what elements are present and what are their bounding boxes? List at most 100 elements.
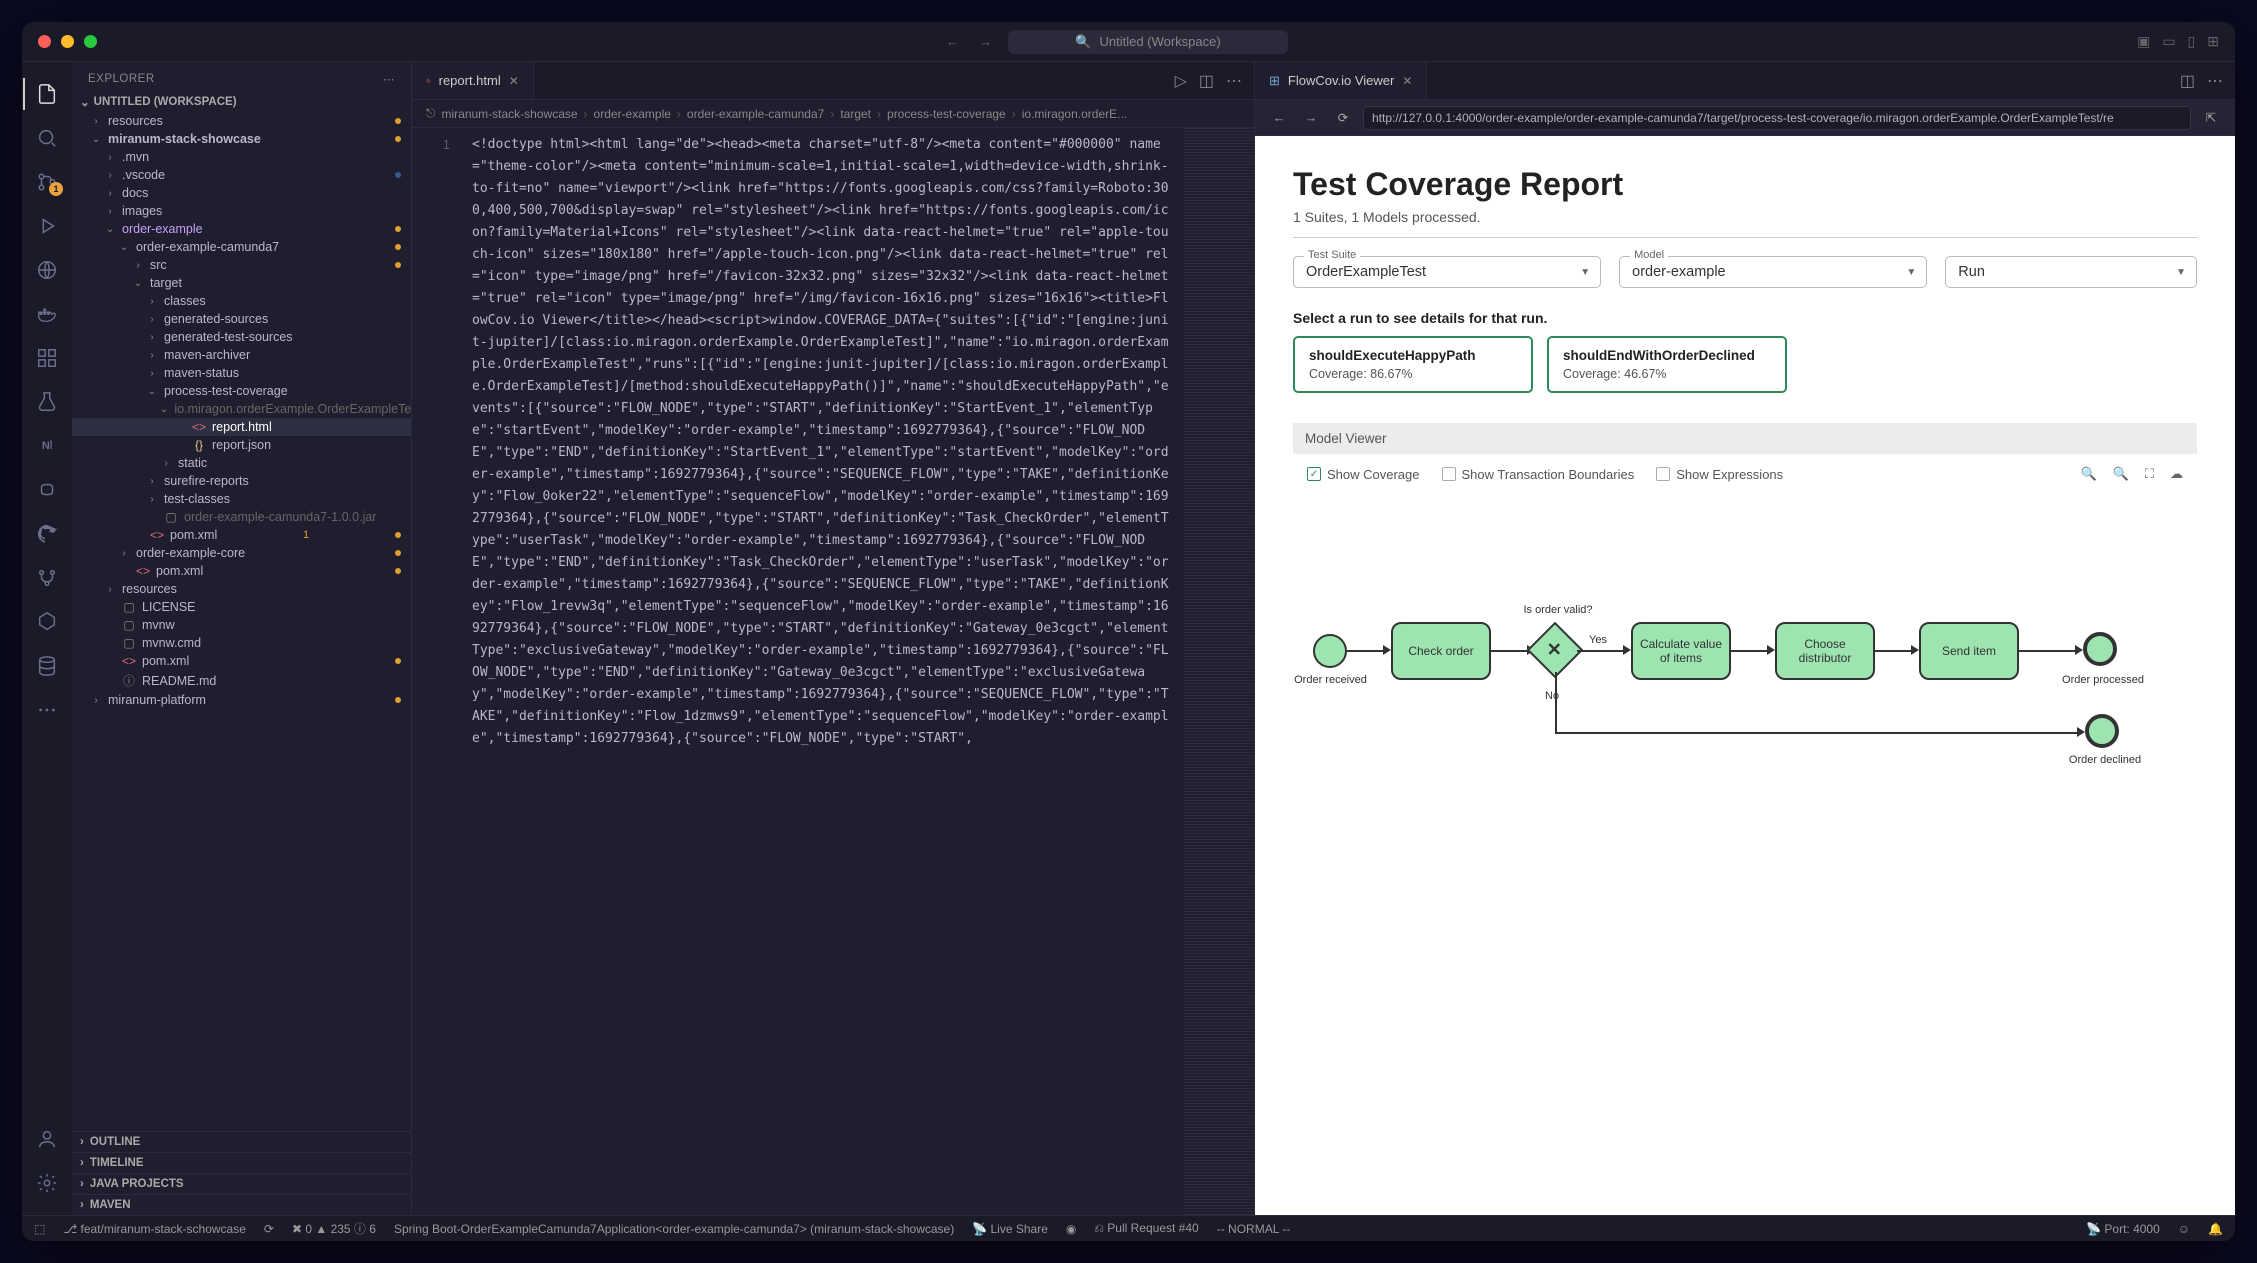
split-icon[interactable]: ◫ (1199, 71, 1214, 91)
tree-item[interactable]: {}report.json (72, 436, 411, 454)
split-icon[interactable]: ◫ (2180, 71, 2195, 91)
notifications-icon[interactable]: 🔔 (2208, 1222, 2223, 1236)
close-tab-icon[interactable]: ✕ (1402, 74, 1412, 88)
tree-item[interactable]: ›.mvn (72, 148, 411, 166)
remote-icon[interactable] (23, 250, 71, 290)
sync-icon[interactable]: ⟳ (264, 1222, 274, 1236)
zoom-out-icon[interactable]: 🔍 (2081, 466, 2097, 482)
tree-item[interactable]: ▢LICENSE (72, 598, 411, 616)
sidebar-section[interactable]: ›OUTLINE (72, 1131, 411, 1152)
tree-item[interactable]: ›test-classes (72, 490, 411, 508)
source-control-icon[interactable]: 1 (23, 162, 71, 202)
show-coverage-checkbox[interactable]: ✓Show Coverage (1307, 467, 1420, 482)
more-icon[interactable]: ⋯ (383, 72, 395, 86)
git-branch[interactable]: ⎇ feat/miranum-stack-schowcase (63, 1222, 246, 1236)
tree-item[interactable]: ›maven-archiver (72, 346, 411, 364)
tree-item[interactable]: ›generated-test-sources (72, 328, 411, 346)
feedback-icon[interactable]: ☺ (2178, 1222, 2190, 1236)
tree-item[interactable]: ⌄order-example-camunda7 (72, 238, 411, 256)
sidebar-section[interactable]: ›MAVEN (72, 1194, 411, 1215)
port-forward[interactable]: 📡 Port: 4000 (2086, 1222, 2160, 1236)
tree-item[interactable]: ›classes (72, 292, 411, 310)
tree-item[interactable]: ›docs (72, 184, 411, 202)
tree-item[interactable]: ⌄order-example (72, 220, 411, 238)
git-graph-icon[interactable] (23, 558, 71, 598)
tree-item[interactable]: ⌄process-test-coverage (72, 382, 411, 400)
tree-item[interactable]: <>report.html (72, 418, 411, 436)
run-card-declined[interactable]: shouldEndWithOrderDeclined Coverage: 46.… (1547, 336, 1787, 393)
more-icon[interactable]: ⋯ (2207, 71, 2223, 91)
fit-icon[interactable]: ⛶ (2145, 466, 2154, 482)
workspace-section[interactable]: ⌄ UNTITLED (WORKSPACE) (72, 92, 411, 112)
download-icon[interactable]: ☁ (2170, 466, 2183, 482)
run-card-happy-path[interactable]: shouldExecuteHappyPath Coverage: 86.67% (1293, 336, 1533, 393)
docker-icon[interactable] (23, 294, 71, 334)
layout-panel-left-icon[interactable]: ▣ (2137, 33, 2150, 50)
run-icon[interactable]: ▷ (1175, 71, 1187, 91)
account-icon[interactable] (23, 1119, 71, 1159)
tree-item[interactable]: ›miranum-platform (72, 691, 411, 709)
nx-icon[interactable]: N⦚ (23, 426, 71, 466)
tree-item[interactable]: ▢order-example-camunda7-1.0.0.jar (72, 508, 411, 526)
search-icon[interactable] (23, 118, 71, 158)
more-icon[interactable] (23, 690, 71, 730)
radio-icon[interactable]: ◉ (1066, 1222, 1076, 1236)
minimap[interactable] (1184, 128, 1254, 1215)
show-transaction-checkbox[interactable]: Show Transaction Boundaries (1442, 467, 1635, 482)
layout-panel-bottom-icon[interactable]: ▭ (2162, 33, 2175, 50)
url-bar[interactable]: http://127.0.0.1:4000/order-example/orde… (1363, 106, 2191, 130)
tree-item[interactable]: ›resources (72, 112, 411, 130)
bpmn-diagram[interactable]: Order received Check order ✕ Is order va… (1293, 514, 2197, 834)
tree-item[interactable]: ▢mvnw.cmd (72, 634, 411, 652)
settings-icon[interactable] (23, 1163, 71, 1203)
tree-item[interactable]: ›static (72, 454, 411, 472)
nav-forward-icon[interactable]: → (1299, 111, 1323, 125)
tree-item[interactable]: <>pom.xml (72, 562, 411, 580)
breadcrumb[interactable]: ⎋ miranum-stack-showcase› order-example›… (412, 100, 1254, 128)
layout-panel-right-icon[interactable]: ▯ (2188, 33, 2196, 50)
code-editor[interactable]: <!doctype html><html lang="de"><head><me… (460, 128, 1184, 1215)
problems[interactable]: ✖ 0 ▲ 235 ⓘ 6 (292, 1220, 376, 1237)
remote-indicator[interactable]: ⬚ (34, 1222, 45, 1236)
zoom-in-icon[interactable]: 🔍 (2113, 466, 2129, 482)
maximize-window-button[interactable] (84, 35, 97, 48)
run-select[interactable]: Run ▼ (1945, 256, 2197, 288)
show-expressions-checkbox[interactable]: Show Expressions (1656, 467, 1783, 482)
tab-report-html[interactable]: ◦ report.html ✕ (412, 62, 534, 99)
explorer-icon[interactable] (23, 74, 71, 114)
nav-back-icon[interactable]: ← (1267, 111, 1291, 125)
tree-item[interactable]: ›resources (72, 580, 411, 598)
spring-boot-status[interactable]: Spring Boot-OrderExampleCamunda7Applicat… (394, 1222, 954, 1236)
tree-item[interactable]: ⌄target (72, 274, 411, 292)
tree-item[interactable]: <>pom.xml (72, 652, 411, 670)
close-window-button[interactable] (38, 35, 51, 48)
tree-item[interactable]: ›surefire-reports (72, 472, 411, 490)
tree-item[interactable]: ⌄miranum-stack-showcase (72, 130, 411, 148)
close-tab-icon[interactable]: ✕ (509, 74, 519, 88)
tree-item[interactable]: ›src (72, 256, 411, 274)
tab-flowcov-viewer[interactable]: ⊞ FlowCov.io Viewer ✕ (1255, 62, 1427, 99)
pull-request[interactable]: ⎌ Pull Request #40 (1094, 1221, 1198, 1236)
model-select[interactable]: Model order-example ▼ (1619, 256, 1927, 288)
kubernetes-icon[interactable] (23, 602, 71, 642)
open-external-icon[interactable]: ⇱ (2199, 110, 2223, 125)
minimize-window-button[interactable] (61, 35, 74, 48)
live-share[interactable]: 📡 Live Share (972, 1222, 1048, 1236)
testing-icon[interactable] (23, 382, 71, 422)
layout-customize-icon[interactable]: ⊞ (2207, 33, 2219, 50)
tree-item[interactable]: ⌄io.miragon.orderExample.OrderExampleTes… (72, 400, 411, 418)
tree-item[interactable]: ›.vscode (72, 166, 411, 184)
command-center[interactable]: 🔍 Untitled (Workspace) (1008, 30, 1288, 54)
sidebar-section[interactable]: ›TIMELINE (72, 1152, 411, 1173)
reload-icon[interactable]: ⟳ (1331, 110, 1355, 125)
tree-item[interactable]: ›maven-status (72, 364, 411, 382)
run-debug-icon[interactable] (23, 206, 71, 246)
tree-item[interactable]: ›order-example-core (72, 544, 411, 562)
more-icon[interactable]: ⋯ (1226, 71, 1242, 91)
database-icon[interactable] (23, 646, 71, 686)
java-icon[interactable] (23, 470, 71, 510)
test-suite-select[interactable]: Test Suite OrderExampleTest ▼ (1293, 256, 1601, 288)
tree-item[interactable]: <>pom.xml1 (72, 526, 411, 544)
nav-back-icon[interactable]: ← (946, 34, 959, 49)
tree-item[interactable]: ›images (72, 202, 411, 220)
